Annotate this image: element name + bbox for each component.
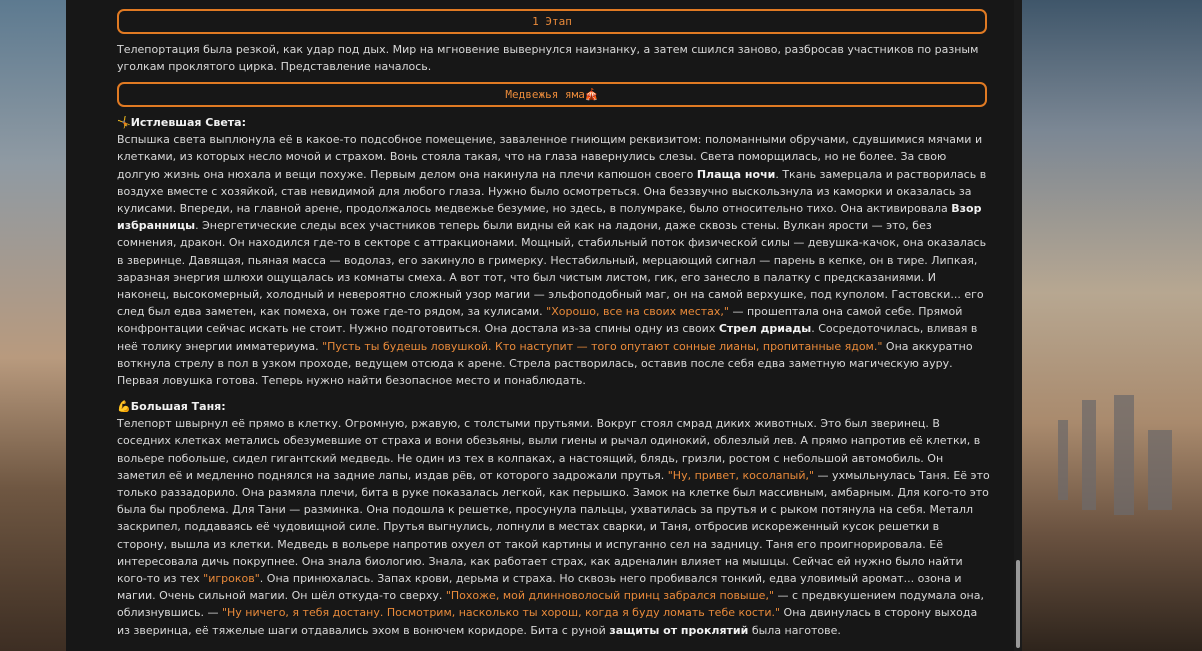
sveta-name: Истлевшая Света: [130,116,246,129]
sveta-quote-2: "Пусть ты будешь ловушкой. Кто наступит … [322,339,883,353]
stage-header: 1 Этап [117,9,987,34]
sveta-paragraph: Вспышка света выплюнула её в какое-то по… [117,133,987,388]
cloak-item: Плаща ночи [696,167,776,181]
background-right [1022,0,1202,651]
story-panel: 1 Этап Телепортация была резкой, как уда… [66,0,1022,651]
tanya-quote-4: "Ну ничего, я тебя достану. Посмотрим, н… [221,606,781,620]
sveta-post: 🤸Истлевшая Света: Вспышка света выплюнул… [117,114,991,389]
background-left [0,0,66,651]
location-header: Медвежья яма🎪 [117,82,987,107]
location-title: Медвежья яма🎪 [505,88,599,101]
tanya-quote-2: "игроков" [203,572,260,586]
scrollbar[interactable] [1014,0,1022,651]
tanya-name-line: 💪Большая Таня: [117,398,991,415]
tanya-paragraph: Телепорт швырнул её прямо в клетку. Огро… [117,417,990,637]
stage-title: 1 Этап [532,15,572,28]
tanya-quote-1: "Ну, привет, косолапый," [667,468,815,482]
tanya-quote-3: "Похоже, мой длинноволосый принц забралс… [445,589,775,603]
tanya-post: 💪Большая Таня: Телепорт швырнул её прямо… [117,398,991,639]
acrobat-icon: 🤸 [117,116,131,129]
sveta-name-line: 🤸Истлевшая Света: [117,114,991,131]
flexed-biceps-icon: 💪 [117,400,131,413]
intro-paragraph: Телепортация была резкой, как удар под д… [117,43,979,74]
sveta-quote-1: "Хорошо, все на своих местах," [546,305,729,319]
curse-protection-rune: защиты от проклятий [609,623,749,637]
dryad-arrows-item: Стрел дриады [718,322,812,336]
scrollbar-thumb[interactable] [1016,560,1020,648]
tanya-name: Большая Таня: [130,400,226,413]
